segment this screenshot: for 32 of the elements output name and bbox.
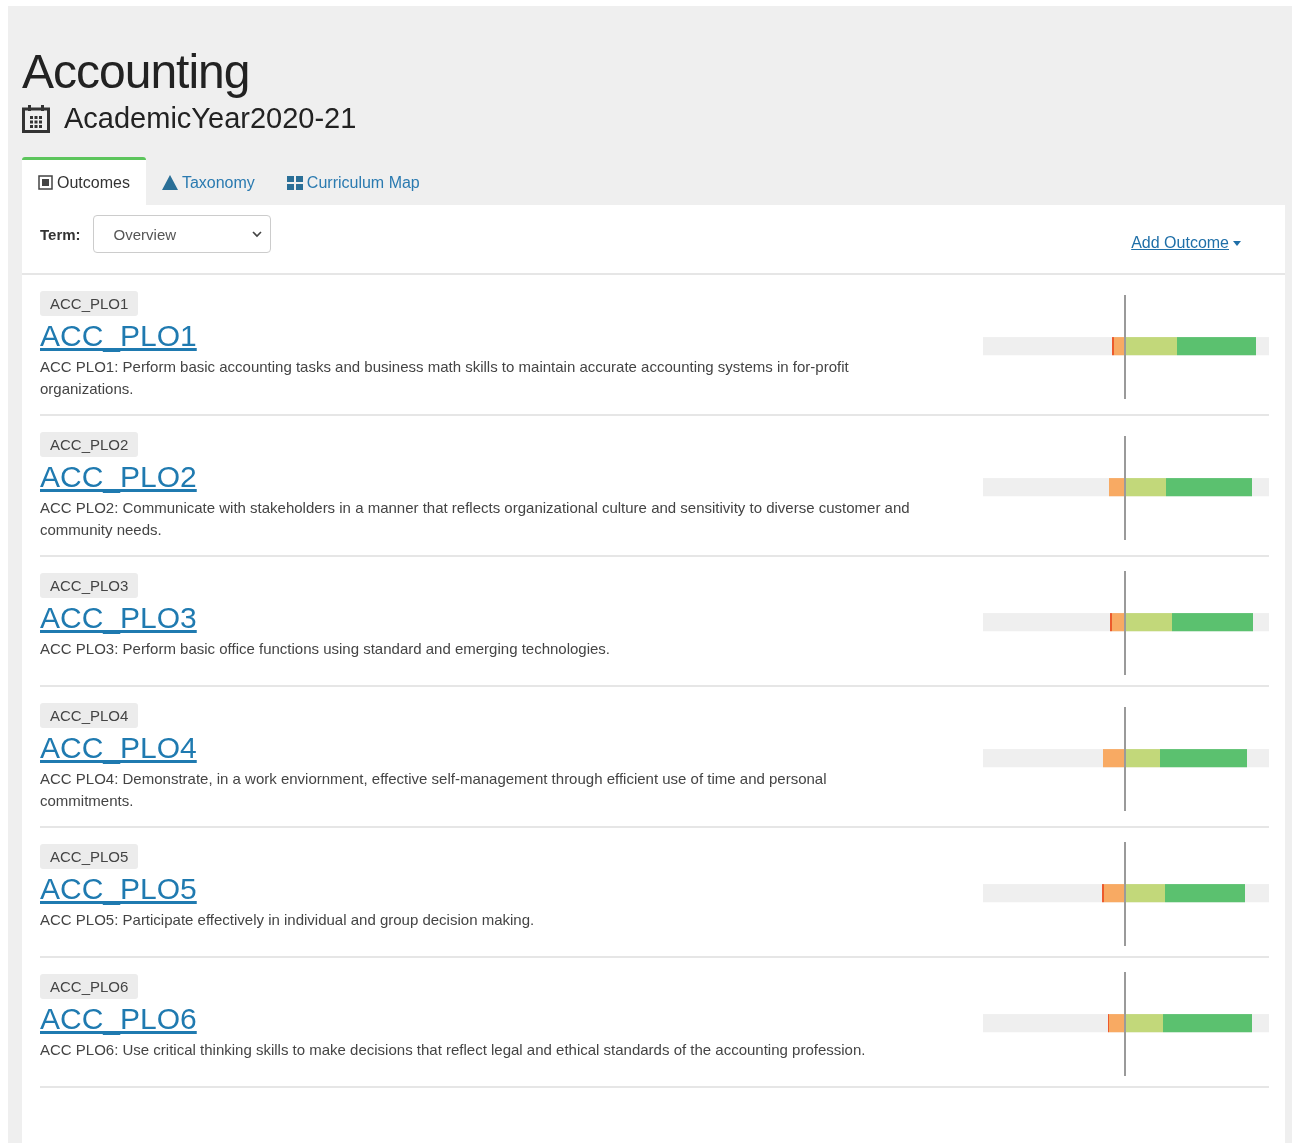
outcome-link[interactable]: ACC_PLO3 (40, 600, 197, 636)
calendar-icon (22, 104, 50, 133)
page-title: Accounting (22, 44, 251, 100)
triangle-icon (161, 175, 178, 190)
outcome-description: ACC PLO6: Use critical thinking skills to make decisions that reflect legal and ethical standards of the accounting profession. (40, 1040, 866, 1060)
outcome-link[interactable]: ACC_PLO6 (40, 1001, 197, 1037)
academic-year: AcademicYear2020-21 (64, 102, 357, 135)
outcome-tag: ACC_PLO2 (40, 432, 139, 457)
term-select[interactable]: Overview (92, 215, 271, 253)
term-label: Term: (40, 225, 81, 243)
caret-icon (1233, 240, 1241, 246)
outcome-link[interactable]: ACC_PLO1 (40, 318, 197, 354)
outcome-tag: ACC_PLO5 (40, 844, 139, 869)
outcome-tag: ACC_PLO1 (40, 291, 139, 316)
add-outcome-link[interactable]: Add Outcome (1131, 234, 1241, 252)
outcome-description: ACC PLO4: Demonstrate, in a work enviornment, effective self-management through efficient use of time and personal commitments. (40, 769, 828, 811)
outcome-description: ACC PLO3: Perform basic office functions using standard and emerging technologies. (40, 639, 611, 659)
grid-icon (286, 175, 303, 190)
tab[interactable]: Outcomes (22, 157, 146, 205)
outcome-description: ACC PLO2: Communicate with stakeholders in a manner that reflects organizational culture and sensitivity to diverse customer and community needs. (40, 498, 910, 540)
outcome-link[interactable]: ACC_PLO5 (40, 871, 197, 907)
tab[interactable]: Taxonomy (145, 157, 271, 205)
outcome-link[interactable]: ACC_PLO2 (40, 459, 197, 495)
list-icon (38, 175, 53, 190)
outcome-tag: ACC_PLO6 (40, 974, 139, 999)
outcome-tag: ACC_PLO3 (40, 573, 139, 598)
chevron-down-icon (251, 230, 262, 238)
outcome-description: ACC PLO5: Participate effectively in individual and group decision making. (40, 910, 535, 930)
outcome-tag: ACC_PLO4 (40, 703, 139, 728)
outcome-description: ACC PLO1: Perform basic accounting tasks and business math skills to maintain accurate accounting systems in for-profit organizations. (40, 357, 850, 399)
tab[interactable]: Curriculum Map (270, 157, 436, 205)
outcome-link[interactable]: ACC_PLO4 (40, 730, 197, 766)
